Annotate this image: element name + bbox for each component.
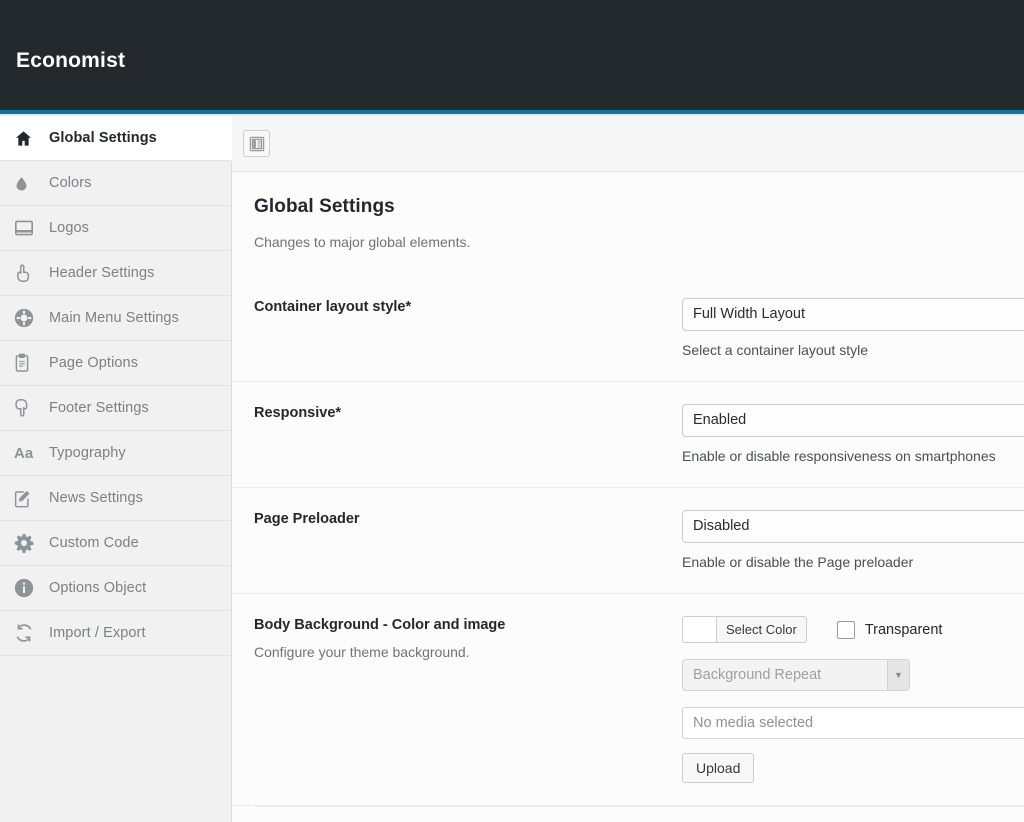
sidebar-item-options-object[interactable]: Options Object xyxy=(0,566,231,611)
sidebar-item-label: Logos xyxy=(49,220,90,236)
field-label-col: Body Background - Color and image Config… xyxy=(254,616,682,660)
responsive-select[interactable]: Enabled xyxy=(682,404,1024,437)
page-subtitle: Changes to major global elements. xyxy=(254,234,471,250)
panel-layout-icon[interactable] xyxy=(243,130,270,157)
sidebar-item-news-settings[interactable]: News Settings xyxy=(0,476,231,521)
panel-bottom-divider xyxy=(254,806,1024,807)
page-preloader-select[interactable]: Disabled xyxy=(682,510,1024,543)
field-help-text: Select a container layout style xyxy=(682,342,868,358)
gear-icon xyxy=(14,533,44,553)
app-header: Economist xyxy=(0,0,1024,110)
field-help-text: Enable or disable responsiveness on smar… xyxy=(682,448,996,464)
app-title: Economist xyxy=(16,49,126,72)
field-label-col: Container layout style* xyxy=(254,298,682,315)
color-picker-group: Select Color Transparent xyxy=(682,616,1024,643)
sidebar-item-label: Typography xyxy=(49,445,126,461)
settings-panel: Global Settings Changes to major global … xyxy=(232,172,1024,807)
sidebar-item-label: Global Settings xyxy=(49,130,157,146)
field-row-responsive: Responsive* Enabled Enable or disable re… xyxy=(232,382,1024,488)
sidebar-item-label: Import / Export xyxy=(49,625,146,641)
sidebar-item-typography[interactable]: Aa Typography xyxy=(0,431,231,476)
sidebar-item-main-menu-settings[interactable]: Main Menu Settings xyxy=(0,296,231,341)
display-icon xyxy=(14,219,44,237)
app-body: Global Settings Colors Logos Header Sett xyxy=(0,116,1024,822)
field-row-body-background: Body Background - Color and image Config… xyxy=(232,594,1024,806)
upload-button[interactable]: Upload xyxy=(682,753,755,783)
field-label-col: Responsive* xyxy=(254,404,682,421)
sidebar-item-page-options[interactable]: Page Options xyxy=(0,341,231,386)
settings-content: Global Settings Changes to major global … xyxy=(232,116,1024,822)
field-control-col: Disabled Enable or disable the Page prel… xyxy=(682,510,1024,570)
media-path-input[interactable]: No media selected xyxy=(682,707,1024,739)
sidebar-item-footer-settings[interactable]: Footer Settings xyxy=(0,386,231,431)
sidebar-item-global-settings[interactable]: Global Settings xyxy=(0,116,232,161)
chevron-down-icon: ▼ xyxy=(887,660,909,690)
droplet-icon xyxy=(14,174,44,193)
info-icon xyxy=(14,578,44,598)
container-layout-select[interactable]: Full Width Layout xyxy=(682,298,1024,331)
background-repeat-placeholder: Background Repeat xyxy=(693,667,822,683)
sidebar-item-colors[interactable]: Colors xyxy=(0,161,231,206)
background-repeat-select[interactable]: Background Repeat ▼ xyxy=(682,659,910,691)
color-swatch[interactable] xyxy=(682,616,716,643)
field-label: Responsive* xyxy=(254,405,342,421)
sidebar-nav: Global Settings Colors Logos Header Sett xyxy=(0,116,232,822)
content-toolbar xyxy=(232,116,1024,172)
sidebar-item-label: Options Object xyxy=(49,580,147,596)
field-label-col: Page Preloader xyxy=(254,510,682,527)
sidebar-item-import-export[interactable]: Import / Export xyxy=(0,611,231,656)
field-control-col: Select Color Transparent Background Repe… xyxy=(682,616,1024,783)
select-color-button[interactable]: Select Color xyxy=(716,616,807,643)
sidebar-item-label: Custom Code xyxy=(49,535,139,551)
hand-up-icon xyxy=(14,263,44,283)
field-row-container-layout: Container layout style* Full Width Layou… xyxy=(232,276,1024,382)
aa-icon: Aa xyxy=(14,444,34,462)
transparent-checkbox[interactable] xyxy=(836,620,855,639)
sidebar-item-label: News Settings xyxy=(49,490,143,506)
field-label: Page Preloader xyxy=(254,511,360,527)
gear-circle-icon xyxy=(14,308,44,328)
field-control-col: Full Width Layout Select a container lay… xyxy=(682,298,1024,358)
pencil-page-icon xyxy=(14,489,44,508)
clipboard-icon xyxy=(14,353,44,373)
field-control-col: Enabled Enable or disable responsiveness… xyxy=(682,404,1024,464)
home-icon xyxy=(14,129,44,148)
sidebar-item-label: Page Options xyxy=(49,355,139,371)
sidebar-item-label: Main Menu Settings xyxy=(49,310,179,326)
field-label: Body Background - Color and image xyxy=(254,617,506,633)
transparent-label: Transparent xyxy=(864,621,943,638)
sidebar-item-label: Colors xyxy=(49,175,92,191)
hand-down-icon xyxy=(14,398,44,418)
page-title: Global Settings xyxy=(254,196,395,217)
field-sublabel: Configure your theme background. xyxy=(254,644,470,660)
field-row-page-preloader: Page Preloader Disabled Enable or disabl… xyxy=(232,488,1024,594)
field-label: Container layout style* xyxy=(254,299,412,315)
refresh-icon xyxy=(14,623,44,643)
sidebar-item-label: Header Settings xyxy=(49,265,155,281)
transparent-toggle-group: Transparent xyxy=(836,620,943,639)
sidebar-item-custom-code[interactable]: Custom Code xyxy=(0,521,231,566)
field-help-text: Enable or disable the Page preloader xyxy=(682,554,914,570)
sidebar-item-logos[interactable]: Logos xyxy=(0,206,231,251)
sidebar-item-label: Footer Settings xyxy=(49,400,149,416)
sidebar-item-header-settings[interactable]: Header Settings xyxy=(0,251,231,296)
